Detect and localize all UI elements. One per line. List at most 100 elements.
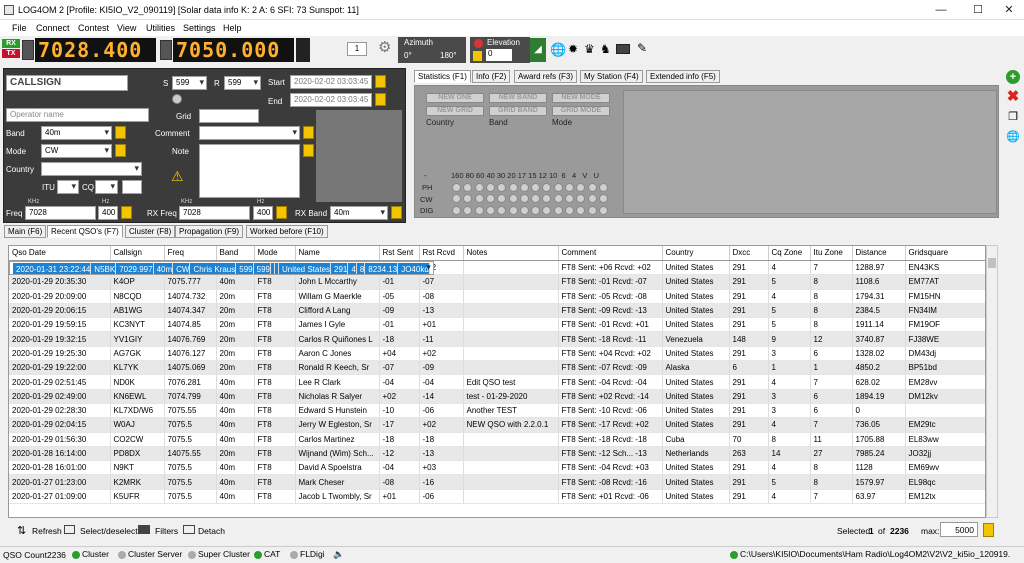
pencil-icon[interactable]: ✎ [637, 41, 647, 55]
trophy-icon[interactable]: ♞ [600, 42, 611, 56]
extra-field[interactable] [122, 180, 142, 194]
signal-icon[interactable]: ◢ [530, 38, 546, 62]
callsign-input[interactable]: CALLSIGN [6, 75, 128, 91]
grid-input[interactable] [199, 109, 259, 123]
column-header[interactable]: Comment [558, 246, 663, 261]
column-header[interactable]: Gridsquare [905, 246, 985, 261]
column-header[interactable]: Mode [254, 246, 296, 261]
elevation-input[interactable]: 0 [486, 49, 512, 61]
copy-icon[interactable]: ❐ [1006, 110, 1020, 124]
freq-hz-input[interactable]: 400 [98, 206, 118, 220]
comment-lock-icon[interactable] [303, 126, 314, 139]
new-one-button[interactable]: NEW ONE [426, 93, 484, 103]
column-header[interactable]: Distance [852, 246, 906, 261]
menu-file[interactable]: File [12, 23, 27, 33]
max-input[interactable]: 5000 [940, 522, 978, 537]
select-deselect-button[interactable]: Select/deselect [80, 526, 138, 536]
table-row[interactable]: 2020-01-28 16:01:00 N9KT 7075.5 40m FT8 David… [9, 460, 985, 476]
column-header[interactable]: Freq [164, 246, 217, 261]
table-row[interactable]: 2020-01-29 20:09:00 N8CQD 14074.732 20m FT8 W… [9, 289, 985, 304]
mode-lock-icon[interactable] [115, 144, 126, 157]
column-header[interactable]: Band [216, 246, 255, 261]
table-scrollbar[interactable] [986, 245, 998, 518]
crown-icon[interactable]: ♛ [584, 42, 595, 56]
tab-statistics[interactable]: Statistics (F1) [414, 70, 471, 83]
column-header[interactable]: Itu Zone [810, 246, 853, 261]
table-row[interactable]: 2020-01-29 19:59:15 KC3NYT 14074.85 20m FT8 J… [9, 317, 985, 333]
table-row[interactable]: 2020-01-29 01:56:30 CO2CW 7075.5 40m FT8 Carl… [9, 432, 985, 447]
stop-icon[interactable] [474, 39, 483, 48]
cq-select[interactable] [95, 180, 118, 194]
end-lock-icon[interactable] [375, 93, 386, 106]
start-lock-icon[interactable] [375, 75, 386, 88]
table-row[interactable]: 2020-01-29 02:04:15 W0AJ 7075.5 40m FT8 Jerry… [9, 417, 985, 433]
grid-band-button[interactable]: GRID BAND [489, 106, 547, 116]
operator-name-input[interactable]: Operator name [6, 108, 149, 122]
note-textarea[interactable] [199, 144, 300, 198]
comment-select[interactable] [199, 126, 300, 140]
note-lock-icon[interactable] [303, 144, 314, 157]
end-time-input[interactable]: 2020-02-02 03:03:45 [290, 93, 372, 107]
tab-my-station[interactable]: My Station (F4) [580, 70, 643, 83]
minimize-button[interactable]: — [926, 2, 956, 18]
tab-cluster[interactable]: Cluster (F8) [125, 225, 176, 238]
menu-contest[interactable]: Contest [78, 23, 109, 33]
country-select[interactable] [41, 162, 142, 176]
grid-mode-button[interactable]: GRID MODE [552, 106, 610, 116]
close-button[interactable]: ✕ [994, 2, 1024, 18]
select-icon[interactable] [64, 525, 75, 534]
column-header[interactable]: Name [295, 246, 380, 261]
column-header[interactable]: Rst Sent [379, 246, 420, 261]
speaker-icon[interactable]: 🔈 [333, 549, 344, 560]
mode-select[interactable]: CW [41, 144, 112, 158]
new-band-button[interactable]: NEW BAND [489, 93, 547, 103]
menu-settings[interactable]: Settings [183, 23, 216, 33]
menu-help[interactable]: Help [223, 23, 242, 33]
rx-freq-lock-icon[interactable] [276, 206, 287, 219]
column-header[interactable]: Country [662, 246, 730, 261]
radio-icon[interactable] [616, 44, 630, 54]
filter-icon[interactable] [138, 525, 150, 534]
table-row[interactable]: 2020-01-29 20:35:30 K4OP 7075.777 40m FT8 Joh… [9, 274, 985, 290]
new-grid-button[interactable]: NEW GRID [426, 106, 484, 116]
table-row[interactable]: 2020-01-29 19:22:00 KL7YK 14075.069 20m FT8 R… [9, 360, 985, 376]
lock-icon[interactable] [473, 51, 482, 61]
add-icon[interactable]: + [1006, 70, 1020, 84]
table-row[interactable]: 2020-01-31 23:22:44 N5BK 7029.997 40m CW Chri… [9, 260, 434, 275]
tab-propagation[interactable]: Propagation (F9) [175, 225, 244, 238]
table-row[interactable]: 2020-01-29 19:32:15 YV1GIY 14076.769 20m FT8… [9, 331, 985, 347]
table-row[interactable]: 2020-01-29 02:28:30 KL7XD/W6 7075.55 40m FT8… [9, 403, 985, 419]
column-header[interactable]: Qso Date [9, 246, 111, 261]
table-row[interactable]: 2020-01-29 20:06:15 AB1WG 14074.347 20m FT8 C… [9, 303, 985, 319]
tab-main[interactable]: Main (F6) [4, 225, 47, 238]
tab-worked-before[interactable]: Worked before (F10) [246, 225, 328, 238]
new-mode-button[interactable]: NEW MODE [552, 93, 610, 103]
column-header[interactable]: Cq Zone [768, 246, 811, 261]
column-header[interactable]: Notes [463, 246, 559, 261]
vfo-b-button[interactable] [160, 40, 172, 60]
step-input[interactable]: 1 [347, 42, 367, 56]
gear-icon[interactable]: ⚙ [378, 40, 394, 56]
detach-button[interactable]: Detach [198, 526, 225, 536]
tab-recent-qsos[interactable]: Recent QSO's (F7) [47, 225, 123, 238]
table-row[interactable]: 2020-01-29 02:49:00 KN6EWL 7074.799 40m FT8 N… [9, 389, 985, 404]
compass-icon[interactable]: ✹ [568, 42, 578, 56]
freq-lock-icon[interactable] [121, 206, 132, 219]
rst-rcvd-select[interactable]: 599 [224, 76, 261, 90]
rx-band-lock-icon[interactable] [391, 206, 402, 219]
freq-input[interactable]: 7028 [25, 206, 96, 220]
table-row[interactable]: 2020-01-28 16:14:00 PD8DX 14075.55 20m FT8 Wi… [9, 446, 985, 462]
table-row[interactable]: 2020-01-27 01:09:00 K5UFR 7075.5 40m FT8 Jaco… [9, 489, 985, 505]
rx-freq-hz-input[interactable]: 400 [253, 206, 273, 220]
column-header[interactable]: Dxcc [729, 246, 769, 261]
tab-info[interactable]: Info (F2) [472, 70, 511, 83]
globe-side-icon[interactable]: 🌐 [1006, 130, 1020, 144]
column-header[interactable]: Callsign [110, 246, 165, 261]
tab-award-refs[interactable]: Award refs (F3) [514, 70, 577, 83]
tab-extended-info[interactable]: Extended info (F5) [646, 70, 720, 83]
rst-sent-select[interactable]: 599 [172, 76, 207, 90]
max-lock-icon[interactable] [983, 523, 994, 537]
start-time-input[interactable]: 2020-02-02 03:03:45 [290, 75, 372, 89]
itu-select[interactable] [57, 180, 79, 194]
filters-button[interactable]: Filters [155, 526, 178, 536]
